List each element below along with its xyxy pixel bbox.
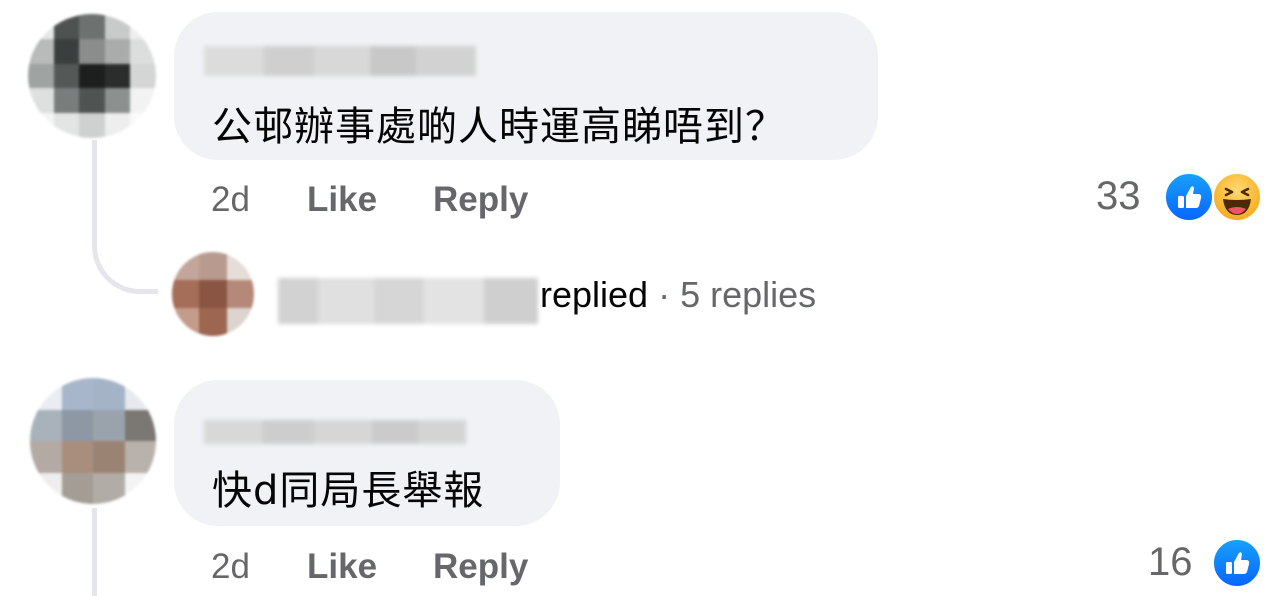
like-icon[interactable] xyxy=(1212,538,1262,588)
avatar[interactable] xyxy=(28,14,156,138)
comment-timestamp[interactable]: 2d xyxy=(211,547,250,587)
comment-thread: 公邨辦事處啲人時運高睇唔到？ 2d Like Reply 33 replied … xyxy=(0,0,1284,596)
thread-connector-line xyxy=(92,508,97,596)
like-button[interactable]: Like xyxy=(307,180,377,220)
reply-avatar[interactable] xyxy=(172,252,254,336)
replier-name[interactable] xyxy=(278,278,538,324)
comment-text: 公邨辦事處啲人時運高睇唔到？ xyxy=(212,104,786,150)
commenter-name[interactable] xyxy=(204,46,476,76)
replied-label: replied xyxy=(540,274,649,315)
reply-button[interactable]: Reply xyxy=(433,180,528,220)
view-replies-link[interactable]: replied · 5 replies xyxy=(540,274,816,316)
comment-bubble: 快d同局長舉報 xyxy=(174,380,560,526)
like-icon[interactable] xyxy=(1164,172,1214,222)
thread-connector-line xyxy=(92,140,158,294)
reaction-count[interactable]: 16 xyxy=(1148,540,1193,585)
avatar[interactable] xyxy=(30,378,156,504)
haha-icon[interactable] xyxy=(1212,172,1262,222)
like-button[interactable]: Like xyxy=(307,547,377,587)
comment-text: 快d同局長舉報 xyxy=(212,468,485,514)
reaction-count[interactable]: 33 xyxy=(1096,174,1141,219)
replies-count[interactable]: 5 replies xyxy=(680,274,816,315)
commenter-name[interactable] xyxy=(204,420,466,444)
comment-timestamp[interactable]: 2d xyxy=(211,180,250,220)
comment-bubble: 公邨辦事處啲人時運高睇唔到？ xyxy=(174,12,878,160)
reply-button[interactable]: Reply xyxy=(433,547,528,587)
separator: · xyxy=(658,274,671,315)
